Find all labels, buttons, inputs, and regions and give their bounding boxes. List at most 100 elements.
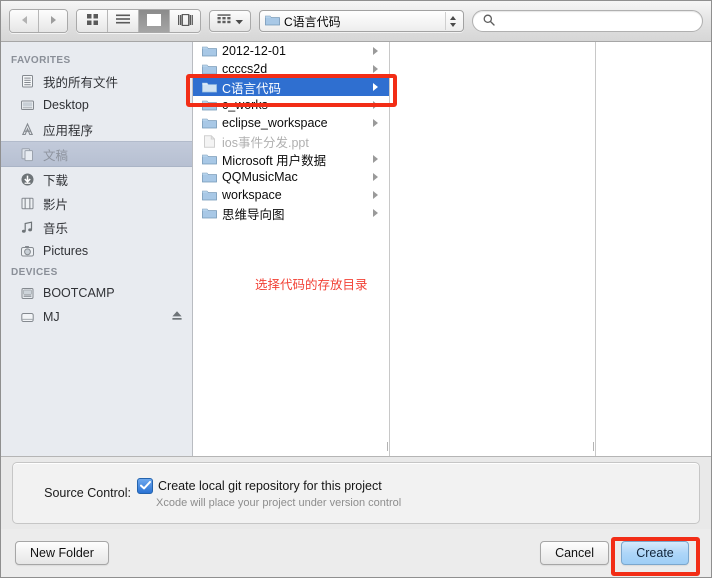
file-row[interactable]: eclipse_workspace [193, 114, 389, 132]
file-column-1[interactable]: 2012-12-01 ccccs2d C语言代码 c_works eclipse… [193, 42, 390, 456]
file-name: 2012-12-01 [222, 44, 286, 58]
sidebar-item-label: BOOTCAMP [43, 286, 115, 300]
path-popup-label: C语言代码 [284, 14, 341, 29]
disclosure-arrow-icon [373, 47, 383, 55]
file-row[interactable]: 思维导向图 [193, 204, 389, 222]
column-resize-grip-2[interactable] [589, 440, 595, 452]
save-panel-dialog: C语言代码 FAVORITES 我的所有文件 Desktop 应用程序 文稿 下… [0, 0, 712, 578]
internal-drive-icon [19, 285, 36, 301]
source-control-label: Source Control: [44, 486, 131, 500]
file-row[interactable]: Microsoft 用户数据 [193, 150, 389, 168]
sidebar-item-label: 下载 [43, 173, 69, 188]
file-browser: FAVORITES 我的所有文件 Desktop 应用程序 文稿 下载 影片 音… [1, 42, 711, 457]
downloads-icon [19, 171, 36, 187]
new-folder-button[interactable]: New Folder [15, 541, 109, 565]
forward-button[interactable] [39, 10, 67, 32]
disclosure-arrow-icon [373, 101, 383, 109]
sidebar-item-bootcamp[interactable]: BOOTCAMP [1, 281, 192, 305]
folder-icon [201, 80, 217, 94]
chevron-right-icon [49, 14, 58, 28]
documents-icon [19, 146, 36, 162]
icon-view-button[interactable] [77, 10, 108, 32]
eject-icon[interactable] [171, 310, 183, 324]
file-row[interactable]: workspace [193, 186, 389, 204]
folder-icon [201, 188, 217, 202]
file-column-2[interactable] [390, 42, 596, 456]
sidebar-item-label: Desktop [43, 98, 89, 112]
sidebar-item-label: MJ [43, 310, 60, 324]
desktop-icon [19, 97, 36, 113]
back-button[interactable] [10, 10, 39, 32]
file-row[interactable]: QQMusicMac [193, 168, 389, 186]
sidebar-item-movies[interactable]: 影片 [1, 191, 192, 215]
column-browser: 2012-12-01 ccccs2d C语言代码 c_works eclipse… [193, 42, 711, 456]
git-repository-checkbox[interactable] [137, 477, 153, 494]
coverflow-view-button[interactable] [170, 10, 200, 32]
file-row-selected[interactable]: C语言代码 [193, 78, 389, 96]
create-button[interactable]: Create [621, 541, 689, 565]
navigation-segmented-control [9, 9, 68, 33]
sidebar-item-pictures[interactable]: Pictures [1, 239, 192, 263]
search-field[interactable] [472, 10, 703, 32]
checkmark-icon [139, 479, 151, 493]
pictures-icon [19, 243, 36, 259]
file-name: Microsoft 用户数据 [222, 153, 327, 168]
coverflow-icon [177, 13, 193, 29]
action-menu-button[interactable] [209, 10, 251, 32]
disclosure-arrow-icon [373, 155, 383, 163]
sidebar-item-desktop[interactable]: Desktop [1, 93, 192, 117]
list-view-button[interactable] [108, 10, 139, 32]
sidebar-item-applications[interactable]: 应用程序 [1, 117, 192, 141]
search-input[interactable] [500, 13, 692, 29]
sidebar-item-all-my-files[interactable]: 我的所有文件 [1, 69, 192, 93]
file-name: workspace [222, 188, 282, 202]
file-name: ios事件分发.ppt [222, 135, 309, 150]
sidebar-item-music[interactable]: 音乐 [1, 215, 192, 239]
file-name: eclipse_workspace [222, 116, 328, 130]
file-row-disabled: ios事件分发.ppt [193, 132, 389, 150]
external-drive-icon [19, 309, 36, 325]
file-name: C语言代码 [222, 81, 282, 96]
annotation-note: 选择代码的存放目录 [255, 278, 368, 292]
sidebar-item-label: 音乐 [43, 221, 69, 236]
footer-buttons: New Folder Cancel Create [1, 529, 711, 577]
column-view-button[interactable] [139, 10, 170, 32]
folder-icon [201, 170, 217, 184]
columns-icon [146, 13, 162, 29]
disclosure-arrow-icon [373, 65, 383, 73]
cancel-button[interactable]: Cancel [540, 541, 609, 565]
music-icon [19, 219, 36, 235]
disclosure-arrow-icon [373, 191, 383, 199]
search-icon [483, 14, 495, 29]
file-column-3[interactable] [596, 42, 711, 456]
grid-icon [86, 13, 99, 29]
disclosure-arrow-icon [373, 119, 383, 127]
source-control-area: Source Control: Create local git reposit… [1, 457, 711, 529]
sidebar-item-mj[interactable]: MJ [1, 305, 192, 329]
file-name: c_works [222, 98, 268, 112]
folder-icon [265, 14, 280, 29]
sidebar-item-documents[interactable]: 文稿 [1, 141, 192, 167]
movies-icon [19, 195, 36, 211]
path-popup-button[interactable]: C语言代码 [259, 10, 464, 32]
folder-icon [201, 98, 217, 112]
disclosure-arrow-icon [373, 173, 383, 181]
source-control-box: Source Control: Create local git reposit… [12, 462, 700, 524]
column-resize-grip-1[interactable] [383, 440, 389, 452]
sidebar-item-label: 影片 [43, 197, 69, 212]
view-mode-segmented-control [76, 9, 201, 33]
git-repository-checkbox-label[interactable]: Create local git repository for this pro… [158, 479, 382, 493]
sidebar-item-downloads[interactable]: 下载 [1, 167, 192, 191]
file-row[interactable]: c_works [193, 96, 389, 114]
chevron-left-icon [20, 14, 29, 28]
file-name: 思维导向图 [222, 207, 285, 222]
source-control-sub-label: Xcode will place your project under vers… [156, 496, 402, 509]
file-row[interactable]: 2012-12-01 [193, 42, 389, 60]
sidebar-item-label: 文稿 [43, 148, 69, 163]
path-popup-stepper[interactable] [445, 12, 459, 30]
disclosure-arrow-icon [373, 83, 383, 91]
sidebar-item-label: Pictures [43, 244, 89, 258]
file-row[interactable]: ccccs2d [193, 60, 389, 78]
applications-icon [19, 121, 36, 137]
chevron-down-icon [235, 14, 244, 28]
